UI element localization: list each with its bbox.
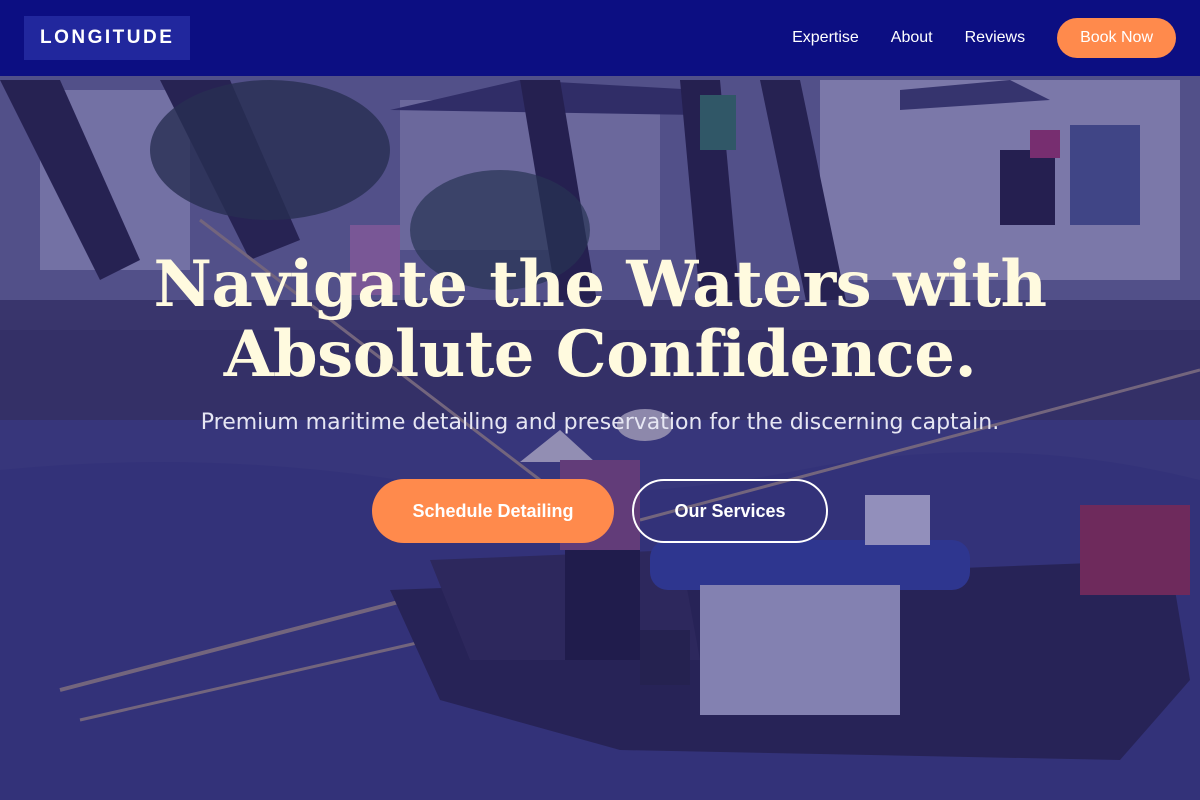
nav-link-reviews[interactable]: Reviews [965,29,1025,47]
book-now-button[interactable]: Book Now [1057,18,1176,58]
nav-links: Expertise About Reviews Book Now [792,18,1176,58]
brand-logo[interactable]: LONGITUDE [24,16,191,60]
schedule-detailing-button[interactable]: Schedule Detailing [372,479,614,543]
hero-buttons: Schedule Detailing Our Services [0,479,1200,543]
hero-title-line-1: Navigate the Waters with [153,247,1047,322]
hero-title: Navigate the Waters with Absolute Confid… [0,250,1200,390]
nav-link-about[interactable]: About [891,29,933,47]
our-services-button[interactable]: Our Services [632,479,828,543]
hero-subtitle: Premium maritime detailing and preservat… [200,410,1000,435]
nav-link-expertise[interactable]: Expertise [792,29,859,47]
hero-title-line-2: Absolute Confidence. [223,317,977,392]
hero-content: Navigate the Waters with Absolute Confid… [0,250,1200,543]
top-navbar: LONGITUDE Expertise About Reviews Book N… [0,0,1200,76]
